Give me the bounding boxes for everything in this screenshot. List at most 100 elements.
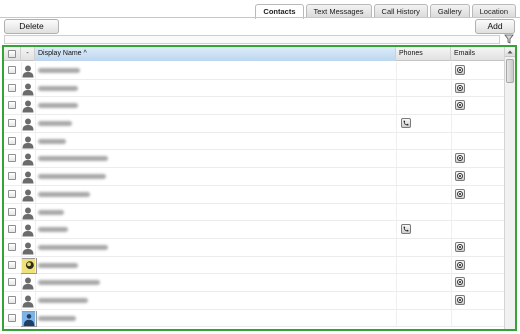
phone-icon[interactable] — [401, 224, 411, 235]
redacted-display-name — [38, 156, 108, 162]
email-icon[interactable] — [455, 259, 465, 270]
column-divider — [396, 79, 397, 97]
table-row[interactable] — [4, 221, 504, 239]
table-row[interactable] — [4, 62, 504, 80]
avatar-column-header[interactable]: - — [21, 47, 35, 61]
table-row[interactable] — [4, 291, 504, 310]
tab-text-messages[interactable]: Text Messages — [305, 4, 372, 18]
email-icon[interactable] — [455, 241, 465, 252]
email-icon[interactable] — [455, 65, 465, 75]
redacted-display-name — [38, 121, 72, 127]
display-name-column-header[interactable]: Display Name ^ — [35, 47, 396, 61]
redacted-display-name — [38, 85, 78, 91]
email-icon[interactable] — [455, 153, 465, 164]
emails-column-header[interactable]: Emails — [451, 47, 504, 61]
column-divider — [396, 203, 397, 221]
column-divider — [21, 203, 22, 221]
column-divider — [396, 97, 397, 115]
row-checkbox[interactable] — [8, 66, 16, 74]
row-checkbox[interactable] — [8, 242, 16, 251]
scroll-thumb[interactable] — [506, 59, 514, 83]
table-row[interactable] — [4, 115, 504, 133]
column-divider — [21, 185, 22, 203]
email-icon[interactable] — [455, 82, 465, 93]
row-checkbox[interactable] — [8, 83, 16, 92]
column-divider — [451, 256, 452, 274]
row-checkbox[interactable] — [8, 119, 16, 128]
phones-column-header[interactable]: Phones — [396, 47, 451, 61]
column-divider — [451, 203, 452, 221]
column-divider — [35, 203, 36, 221]
column-divider — [35, 238, 36, 256]
phone-icon[interactable] — [401, 118, 411, 129]
column-divider — [35, 115, 36, 132]
person-icon — [21, 223, 35, 237]
row-checkbox[interactable] — [8, 207, 16, 216]
table-row[interactable] — [4, 168, 504, 186]
column-divider — [21, 238, 22, 256]
column-divider — [451, 238, 452, 256]
column-divider — [35, 150, 36, 168]
filter-row[interactable] — [4, 35, 500, 44]
filter-icon[interactable] — [504, 34, 514, 44]
column-divider — [21, 150, 22, 168]
redacted-display-name — [38, 262, 78, 268]
column-divider — [451, 291, 452, 309]
column-divider — [451, 309, 452, 327]
person-icon — [21, 241, 35, 255]
column-divider — [451, 168, 452, 185]
row-checkbox[interactable] — [8, 154, 16, 163]
tab-location[interactable]: Location — [471, 4, 516, 18]
column-divider — [396, 309, 397, 327]
select-all-checkbox[interactable] — [8, 50, 16, 58]
tab-call-history[interactable]: Call History — [373, 4, 428, 18]
table-row[interactable] — [4, 97, 504, 116]
column-divider — [21, 79, 22, 97]
row-checkbox[interactable] — [8, 278, 16, 287]
table-row[interactable] — [4, 309, 504, 328]
scroll-up-button[interactable] — [505, 47, 515, 57]
row-checkbox[interactable] — [8, 172, 16, 181]
person-icon — [21, 206, 35, 220]
redacted-display-name — [38, 209, 64, 215]
column-divider — [451, 150, 452, 168]
add-button[interactable]: Add — [475, 19, 515, 34]
table-row[interactable] — [4, 256, 504, 275]
email-icon[interactable] — [455, 188, 465, 199]
redacted-display-name — [38, 227, 68, 233]
tab-divider — [0, 17, 520, 18]
row-checkbox[interactable] — [8, 101, 16, 110]
row-checkbox[interactable] — [8, 189, 16, 198]
table-row[interactable] — [4, 185, 504, 204]
column-divider — [451, 274, 452, 291]
vertical-scrollbar[interactable] — [504, 47, 515, 329]
redacted-display-name — [38, 191, 90, 197]
table-row[interactable] — [4, 150, 504, 169]
row-checkbox[interactable] — [8, 313, 16, 322]
table-row[interactable] — [4, 203, 504, 222]
column-divider — [396, 274, 397, 291]
contacts-app: Contacts Text Messages Call History Gall… — [0, 0, 520, 334]
person-icon — [21, 135, 35, 149]
row-checkbox[interactable] — [8, 225, 16, 234]
email-icon[interactable] — [455, 294, 465, 305]
table-row[interactable] — [4, 79, 504, 98]
delete-button[interactable]: Delete — [4, 19, 59, 34]
row-checkbox[interactable] — [8, 136, 16, 145]
table-row[interactable] — [4, 274, 504, 292]
column-divider — [396, 132, 397, 150]
row-checkbox[interactable] — [8, 295, 16, 304]
tab-gallery[interactable]: Gallery — [429, 4, 470, 18]
redacted-display-name — [38, 103, 78, 109]
redacted-display-name — [38, 68, 80, 73]
row-checkbox[interactable] — [8, 260, 16, 269]
column-divider — [21, 97, 22, 115]
email-icon[interactable] — [455, 171, 465, 182]
select-all-header[interactable] — [4, 47, 21, 61]
column-divider — [21, 291, 22, 309]
table-row[interactable] — [4, 238, 504, 257]
email-icon[interactable] — [455, 277, 465, 288]
email-icon[interactable] — [455, 100, 465, 111]
column-divider — [396, 291, 397, 309]
table-row[interactable] — [4, 132, 504, 151]
